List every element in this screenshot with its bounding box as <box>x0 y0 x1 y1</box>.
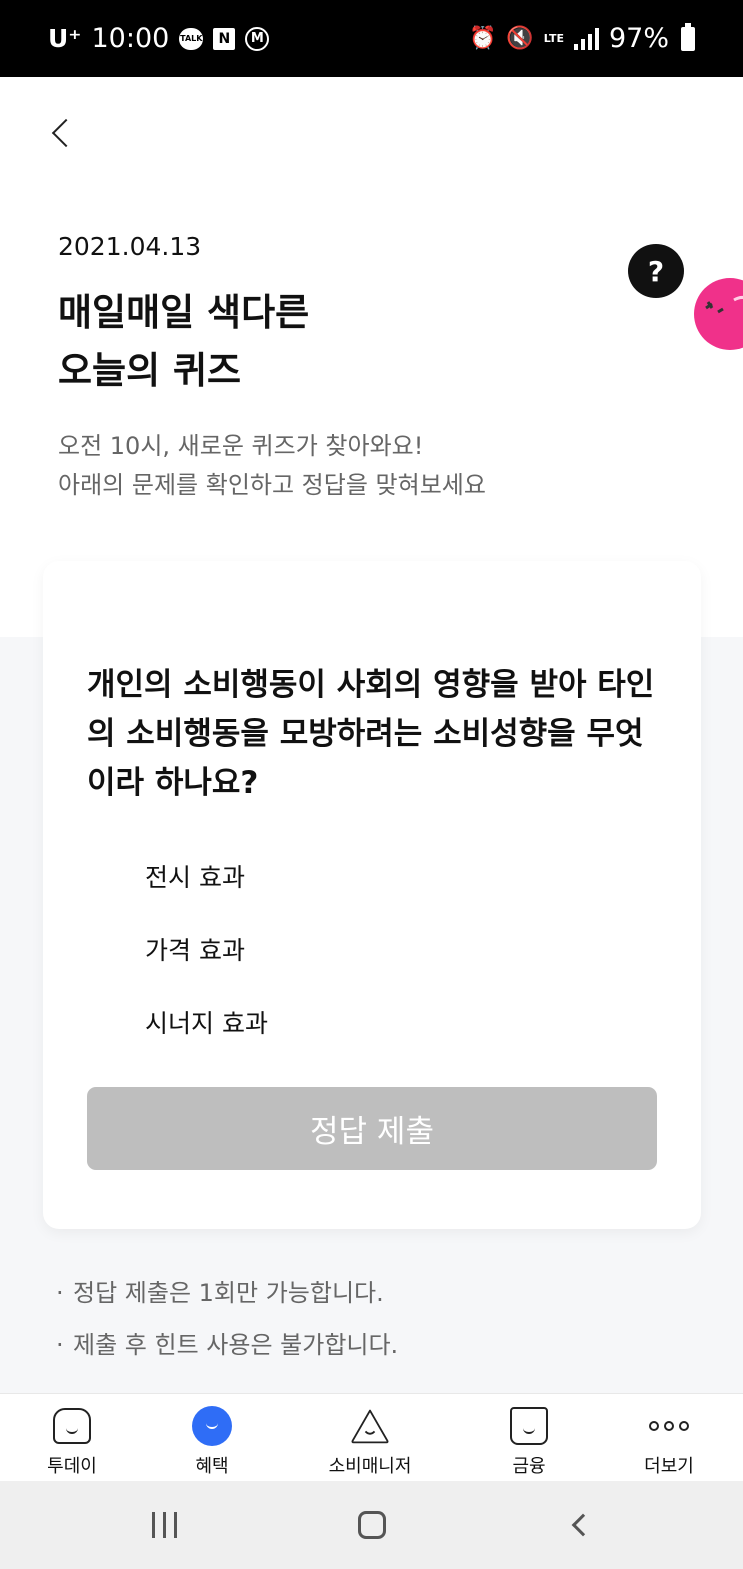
alarm-icon: ⏰ <box>468 26 497 51</box>
back-icon <box>571 1513 595 1537</box>
clock: 10:00 <box>91 23 170 54</box>
option-3[interactable]: 시너지 효과 <box>43 987 701 1060</box>
quiz-question: 개인의 소비행동이 사회의 영향을 받아 타인의 소비행동을 모방하려는 소비성… <box>87 667 655 801</box>
nav-item-finance[interactable]: 금융 <box>469 1394 589 1482</box>
quiz-page: 2021.04.13 매일매일 색다른 오늘의 퀴즈 오전 10시, 새로운 퀴… <box>0 77 743 1393</box>
quiz-date: 2021.04.13 <box>58 232 202 261</box>
page-header: 2021.04.13 매일매일 색다른 오늘의 퀴즈 오전 10시, 새로운 퀴… <box>0 77 743 637</box>
finance-icon <box>509 1406 549 1446</box>
nav-label-benefits: 혜택 <box>195 1456 229 1477</box>
home-button[interactable] <box>342 1501 402 1549</box>
status-right: ⏰ 🔇 LTE 97% <box>468 22 695 54</box>
recent-apps-button[interactable] <box>134 1501 194 1549</box>
system-back-button[interactable] <box>550 1501 610 1549</box>
nav-item-today[interactable]: 투데이 <box>12 1394 132 1482</box>
nav-label-spending-manager: 소비매니저 <box>328 1456 412 1477</box>
option-1[interactable]: 전시 효과 <box>43 841 701 914</box>
back-button[interactable] <box>40 111 84 155</box>
carrier-label: U⁺ <box>48 24 82 53</box>
title-line-1: 매일매일 색다른 <box>58 291 310 334</box>
submit-answer-button[interactable]: 정답 제출 <box>87 1087 657 1170</box>
benefit-icon <box>192 1406 232 1446</box>
quiz-options: 전시 효과 가격 효과 시너지 효과 <box>43 841 701 1060</box>
house-icon <box>52 1406 92 1446</box>
description-line-1: 오전 10시, 새로운 퀴즈가 찾아와요! <box>58 432 424 460</box>
note-item: · 제출 후 힌트 사용은 불가합니다. <box>56 1319 398 1371</box>
question-bubble-icon: ? <box>628 244 684 298</box>
nav-label-more: 더보기 <box>644 1456 694 1477</box>
more-icon <box>649 1406 689 1446</box>
signal-icon <box>573 27 599 50</box>
chevron-left-icon <box>51 118 81 148</box>
recents-icon <box>151 1512 177 1538</box>
description-line-2: 아래의 문제를 확인하고 정답을 맞혀보세요 <box>58 471 486 499</box>
nav-item-more[interactable]: 더보기 <box>609 1394 729 1482</box>
nav-item-benefits[interactable]: 혜택 <box>152 1394 272 1482</box>
home-icon <box>358 1511 386 1539</box>
quiz-card: 개인의 소비행동이 사회의 영향을 받아 타인의 소비행동을 모방하려는 소비성… <box>43 561 701 1229</box>
lte-indicator: LTE <box>543 32 564 45</box>
note-text-1: 정답 제출은 1회만 가능합니다. <box>73 1279 384 1307</box>
note-text-2: 제출 후 힌트 사용은 불가합니다. <box>73 1331 399 1359</box>
bottom-navigation: 투데이 혜택 소비매니저 금융 더보기 <box>0 1393 743 1481</box>
nav-item-spending-manager[interactable]: 소비매니저 <box>310 1394 430 1482</box>
m-app-icon: M <box>245 26 270 51</box>
mute-icon: 🔇 <box>506 26 534 51</box>
naver-icon: N <box>213 27 236 50</box>
nav-label-today: 투데이 <box>47 1456 97 1477</box>
triangle-icon <box>350 1406 390 1446</box>
status-bar: U⁺ 10:00 TALK N M ⏰ 🔇 LTE 97% <box>0 0 743 77</box>
title-line-2: 오늘의 퀴즈 <box>58 349 242 392</box>
system-navigation-bar <box>0 1481 743 1569</box>
status-left: U⁺ 10:00 TALK N M <box>48 23 270 54</box>
battery-percent: 97% <box>608 23 669 54</box>
pink-mascot-icon <box>694 278 743 350</box>
page-title: 매일매일 색다른 오늘의 퀴즈 <box>58 284 309 400</box>
quiz-notes: · 정답 제출은 1회만 가능합니다. · 제출 후 힌트 사용은 불가합니다. <box>56 1267 398 1371</box>
nav-label-finance: 금융 <box>512 1456 546 1477</box>
option-2[interactable]: 가격 효과 <box>43 914 701 987</box>
battery-icon <box>681 22 695 51</box>
page-description: 오전 10시, 새로운 퀴즈가 찾아와요! 아래의 문제를 확인하고 정답을 맞… <box>58 427 486 505</box>
kakaotalk-icon: TALK <box>179 27 204 50</box>
note-item: · 정답 제출은 1회만 가능합니다. <box>56 1267 398 1319</box>
